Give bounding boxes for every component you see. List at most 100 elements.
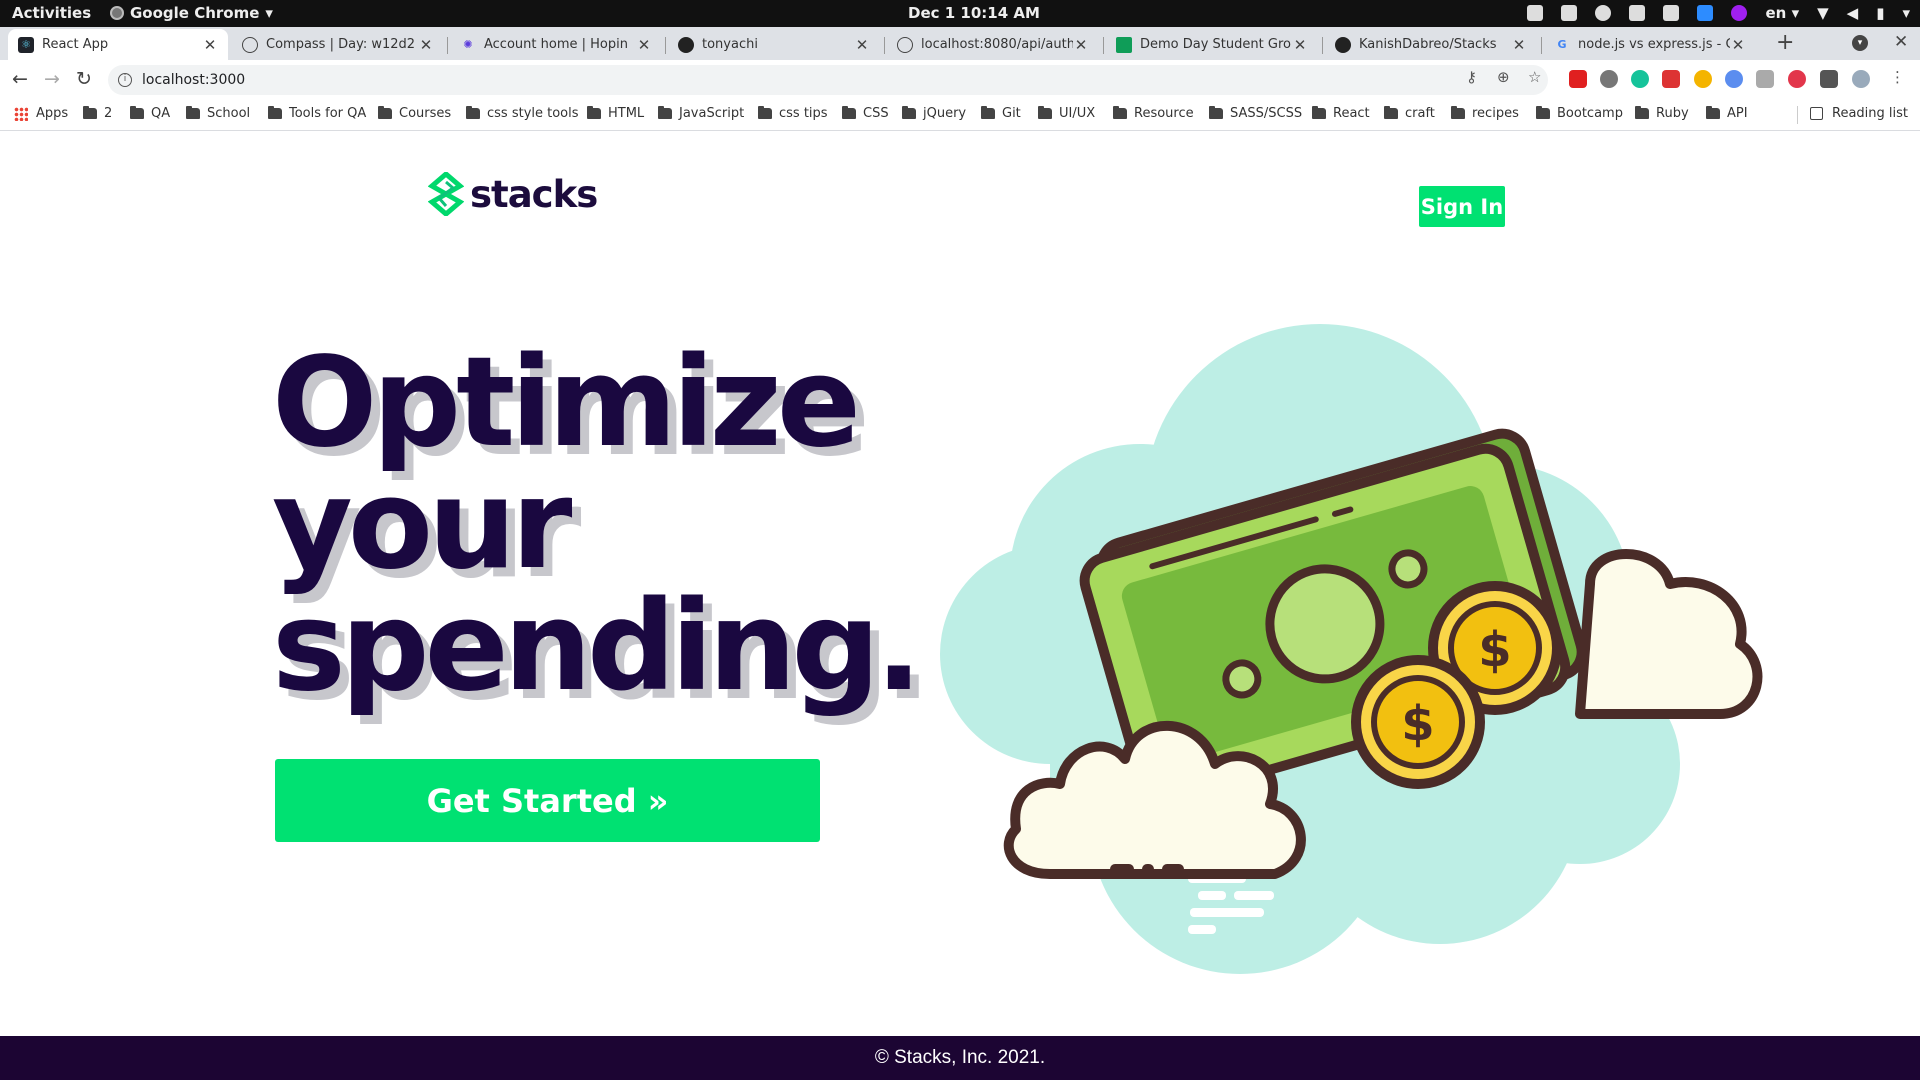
url-text[interactable]: localhost:3000 (142, 72, 245, 88)
bookmark-folder[interactable]: React (1312, 106, 1370, 121)
screen-icon[interactable] (1527, 5, 1544, 21)
bookmark-folder[interactable]: Courses (378, 106, 451, 121)
money-cloud-illustration: $ $ (940, 304, 1763, 974)
extension-icon[interactable] (1569, 70, 1587, 88)
tab-search-icon[interactable]: ▾ (1852, 35, 1868, 51)
folder-icon (1038, 106, 1052, 119)
bookmark-folder[interactable]: API (1706, 106, 1748, 121)
bookmark-folder[interactable]: JavaScript (658, 106, 744, 121)
bookmark-folder[interactable]: CSS (842, 106, 889, 121)
bookmark-label: craft (1405, 106, 1435, 121)
language-label: en (1765, 4, 1787, 22)
clock[interactable]: Dec 1 10:14 AM (908, 4, 1040, 22)
folder-icon (186, 106, 200, 119)
bookmark-label: React (1333, 106, 1370, 121)
puzzle-icon[interactable] (1820, 70, 1838, 88)
close-icon[interactable]: ✕ (1894, 32, 1908, 52)
extension-icon[interactable] (1662, 70, 1680, 88)
tab-hopin[interactable]: ✺ Account home | Hopin ✕ (450, 29, 662, 60)
language-indicator[interactable]: en ▾ (1765, 4, 1799, 22)
address-bar[interactable]: i localhost:3000 (108, 65, 1548, 95)
svg-text:$: $ (1401, 696, 1434, 752)
discord-icon[interactable] (1629, 5, 1646, 21)
sign-in-button[interactable]: Sign In (1419, 186, 1505, 227)
stacks-logo[interactable]: stacks (428, 172, 598, 216)
bookmark-folder[interactable]: jQuery (902, 106, 966, 121)
volume-icon[interactable]: ◀ (1847, 4, 1859, 22)
folder-icon (1384, 106, 1398, 119)
activities-button[interactable]: Activities (12, 4, 91, 22)
hero-line: spending. (272, 575, 922, 719)
chevron-down-icon[interactable]: ▾ (1902, 4, 1910, 22)
app-tray-icon[interactable] (1731, 5, 1748, 21)
reading-list-button[interactable]: Reading list (1810, 106, 1908, 121)
menu-icon[interactable]: ⋮ (1890, 68, 1905, 86)
avatar[interactable] (1852, 70, 1870, 88)
bookmark-folder[interactable]: craft (1384, 106, 1435, 121)
close-icon[interactable]: ✕ (1073, 36, 1089, 54)
get-started-button[interactable]: Get Started » (275, 759, 820, 842)
app-menu[interactable]: Google Chrome ▾ (110, 4, 273, 22)
bookmark-folder[interactable]: css style tools (466, 106, 579, 121)
extension-icon[interactable] (1756, 70, 1774, 88)
extension-icon[interactable] (1725, 70, 1743, 88)
close-icon[interactable]: ✕ (1511, 36, 1527, 54)
close-icon[interactable]: ✕ (1292, 36, 1308, 54)
close-icon[interactable]: ✕ (1730, 36, 1746, 54)
close-icon[interactable]: ✕ (202, 36, 218, 54)
back-icon[interactable]: ← (12, 68, 28, 90)
star-icon[interactable]: ☆ (1528, 68, 1541, 86)
tab-stacks-repo[interactable]: KanishDabreo/Stacks ✕ (1325, 29, 1537, 60)
drive-icon[interactable] (1561, 5, 1578, 21)
bookmark-folder[interactable]: Resource (1113, 106, 1194, 121)
close-icon[interactable]: ✕ (854, 36, 870, 54)
key-icon[interactable]: ⚷ (1466, 68, 1477, 86)
bookmark-folder[interactable]: SASS/SCSS (1209, 106, 1302, 121)
tab-react-app[interactable]: ⚛ React App ✕ (8, 29, 228, 60)
tab-localhost-api[interactable]: localhost:8080/api/auth ✕ (887, 29, 1099, 60)
bookmark-folder[interactable]: recipes (1451, 106, 1519, 121)
extension-icon[interactable] (1694, 70, 1712, 88)
bookmark-folder[interactable]: Git (981, 106, 1021, 121)
record-icon[interactable] (1595, 5, 1612, 21)
bookmark-folder[interactable]: School (186, 106, 250, 121)
bookmark-apps[interactable]: Apps (14, 106, 68, 121)
bookmark-label: recipes (1472, 106, 1519, 121)
grammarly-icon[interactable] (1631, 70, 1649, 88)
new-tab-button[interactable]: + (1776, 30, 1794, 55)
info-icon[interactable]: i (118, 73, 132, 87)
close-icon[interactable]: ✕ (418, 36, 434, 54)
tab-node-vs-express[interactable]: G node.js vs express.js - Goo ✕ (1544, 29, 1756, 60)
hero-line: Optimize (272, 331, 861, 475)
bookmark-folder[interactable]: UI/UX (1038, 106, 1095, 121)
system-tray: en ▾ ▼ ◀ ▮ ▾ (1527, 4, 1910, 22)
github-icon (678, 36, 694, 53)
bookmark-folder[interactable]: HTML (587, 106, 644, 121)
extension-icon[interactable] (1600, 70, 1618, 88)
bookmark-folder[interactable]: Bootcamp (1536, 106, 1623, 121)
page-content: stacks Sign In Optimize your spending. G… (0, 132, 1920, 1036)
tab-tonyachi[interactable]: tonyachi ✕ (668, 29, 880, 60)
tab-demo-day[interactable]: Demo Day Student Groups ✕ (1106, 29, 1318, 60)
close-icon[interactable]: ✕ (636, 36, 652, 54)
stacks-logo-icon (428, 172, 464, 216)
bookmark-folder[interactable]: QA (130, 106, 170, 121)
folder-icon (1635, 106, 1649, 119)
tab-compass[interactable]: Compass | Day: w12d2 ✕ (232, 29, 444, 60)
bookmark-folder[interactable]: Tools for QA (268, 106, 366, 121)
adblock-icon[interactable] (1788, 70, 1806, 88)
battery-icon[interactable]: ▮ (1876, 4, 1884, 22)
sheets-icon (1116, 36, 1132, 53)
reload-icon[interactable]: ↻ (76, 68, 92, 90)
folder-icon (587, 106, 601, 119)
reading-list-icon (1810, 107, 1823, 120)
forward-icon[interactable]: → (44, 68, 60, 90)
bookmark-folder[interactable]: Ruby (1635, 106, 1689, 121)
bookmark-folder[interactable]: 2 (83, 106, 112, 121)
tab-strip: ⚛ React App ✕ Compass | Day: w12d2 ✕ ✺ A… (0, 27, 1920, 60)
wifi-icon[interactable]: ▼ (1817, 4, 1829, 22)
zoom-icon[interactable] (1697, 5, 1714, 21)
zoom-icon[interactable]: ⊕ (1497, 68, 1510, 86)
slack-icon[interactable] (1663, 5, 1680, 21)
bookmark-folder[interactable]: css tips (758, 106, 828, 121)
